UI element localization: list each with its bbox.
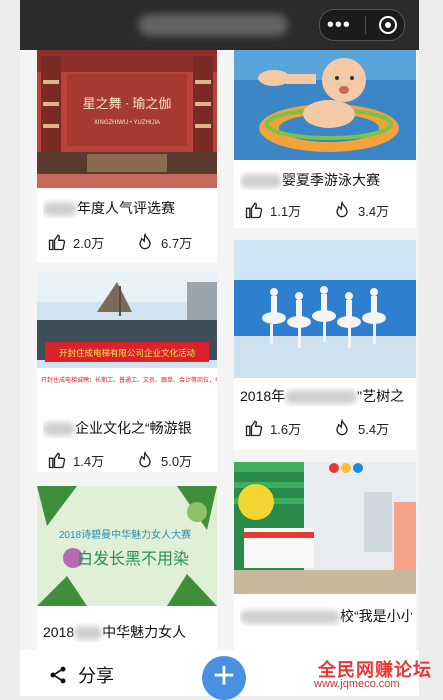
- likes-stat: 1.6万: [244, 418, 301, 438]
- add-button[interactable]: +: [202, 656, 246, 700]
- hot-count: 5.4万: [358, 421, 390, 437]
- card-charm-women[interactable]: 2018诗碧曼中华魅力女人大赛 白发长黑不用染 2018 中华魅力女人: [37, 486, 217, 650]
- card-stats: 2.0万 6.7万: [47, 232, 209, 252]
- menu-capsule: •••: [319, 9, 405, 41]
- flame-icon: [139, 232, 151, 250]
- likes-stat: 1.1万: [244, 200, 301, 220]
- likes-stat: 1.4万: [47, 450, 104, 470]
- share-icon: [50, 666, 66, 684]
- card-baby-swim[interactable]: 婴夏季游泳大赛 1.1万 3.4万: [234, 50, 416, 228]
- card-stats: 1.6万 5.4万: [244, 418, 408, 438]
- likes-stat: 2.0万: [47, 232, 104, 252]
- blurred-text: [240, 610, 340, 625]
- svg-text:开封住成电梯诚聘：长期工、普通工、文员、跟单、会计等岗位，电: 开封住成电梯诚聘：长期工、普通工、文员、跟单、会计等岗位，电话：0371-233…: [41, 376, 217, 384]
- card-art-tree[interactable]: 2018年 "艺树之 1.6万 5.4万: [234, 240, 416, 450]
- thumbs-up-icon: [245, 420, 263, 437]
- hot-stat: 3.4万: [332, 200, 389, 220]
- thumbs-up-icon: [48, 452, 66, 469]
- share-label: 分享: [78, 666, 114, 686]
- card-title: 婴夏季游泳大赛: [240, 170, 412, 190]
- hot-count: 6.7万: [161, 235, 193, 251]
- flame-icon: [336, 418, 348, 436]
- svg-text:XINGZHIWU • YUZHIJIA: XINGZHIWU • YUZHIJIA: [94, 120, 160, 126]
- likes-count: 2.0万: [73, 235, 105, 251]
- hot-stat: 6.7万: [135, 232, 192, 252]
- page-title-blurred: [138, 14, 288, 36]
- card-title: 企业文化之“畅游银: [43, 418, 213, 438]
- svg-text:白发长黑不用染: 白发长黑不用染: [77, 550, 189, 568]
- charm-women-image: 2018诗碧曼中华魅力女人大赛 白发长黑不用染: [37, 486, 217, 606]
- likes-count: 1.6万: [270, 421, 302, 437]
- capsule-divider: [364, 16, 366, 34]
- card-title: 2018 中华魅力女人: [43, 624, 187, 641]
- card-little-one[interactable]: 校“我是小小: [234, 462, 416, 650]
- svg-text:2018诗碧曼中华魅力女人大赛: 2018诗碧曼中华魅力女人大赛: [59, 528, 191, 541]
- share-button[interactable]: 分享: [48, 662, 114, 688]
- blurred-text: [43, 422, 75, 437]
- flame-icon: [139, 450, 151, 468]
- classroom-image: [234, 462, 416, 594]
- card-dance-contest[interactable]: 星之舞 · 瑜之伽 XINGZHIWU • YUZHIJIA 年度人气评选赛 2…: [37, 50, 217, 262]
- likes-count: 1.4万: [73, 453, 105, 469]
- thumbs-up-icon: [48, 234, 66, 251]
- blurred-text: [74, 626, 103, 641]
- hot-stat: 5.0万: [135, 450, 192, 470]
- card-title: 年度人气评选赛: [43, 198, 213, 218]
- ballet-image: [234, 240, 416, 378]
- hot-stat: 5.4万: [332, 418, 389, 438]
- card-stats: 1.4万 5.0万: [47, 450, 209, 470]
- corporate-event-image: 开封住成电梯有限公司企业文化活动 开封住成电梯诚聘：长期工、普通工、文员、跟单、…: [37, 272, 217, 408]
- more-dots-icon[interactable]: •••: [327, 15, 351, 35]
- likes-count: 1.1万: [270, 203, 302, 219]
- svg-text:开封住成电梯有限公司企业文化活动: 开封住成电梯有限公司企业文化活动: [59, 348, 196, 358]
- card-title: 2018年 "艺树之: [240, 388, 405, 405]
- dance-studio-image: 星之舞 · 瑜之伽 XINGZHIWU • YUZHIJIA: [37, 50, 217, 188]
- blurred-text: [240, 174, 282, 189]
- hot-count: 5.0万: [161, 453, 193, 469]
- card-title: 校“我是小小: [240, 606, 412, 626]
- svg-text:星之舞 · 瑜之伽: 星之舞 · 瑜之伽: [83, 96, 172, 111]
- blurred-text: [43, 202, 77, 217]
- card-corporate-culture[interactable]: 开封住成电梯有限公司企业文化活动 开封住成电梯诚聘：长期工、普通工、文员、跟单、…: [37, 272, 217, 472]
- blurred-text: [285, 390, 358, 405]
- card-grid: 星之舞 · 瑜之伽 XINGZHIWU • YUZHIJIA 年度人气评选赛 2…: [20, 50, 419, 650]
- target-icon[interactable]: [379, 16, 398, 34]
- flame-icon: [336, 200, 348, 218]
- thumbs-up-icon: [245, 202, 263, 219]
- top-bar: •••: [20, 0, 419, 50]
- watermark-url: www.jqmeco.com: [314, 678, 400, 690]
- hot-count: 3.4万: [358, 203, 390, 219]
- baby-swim-image: [234, 50, 416, 160]
- card-stats: 1.1万 3.4万: [244, 200, 408, 220]
